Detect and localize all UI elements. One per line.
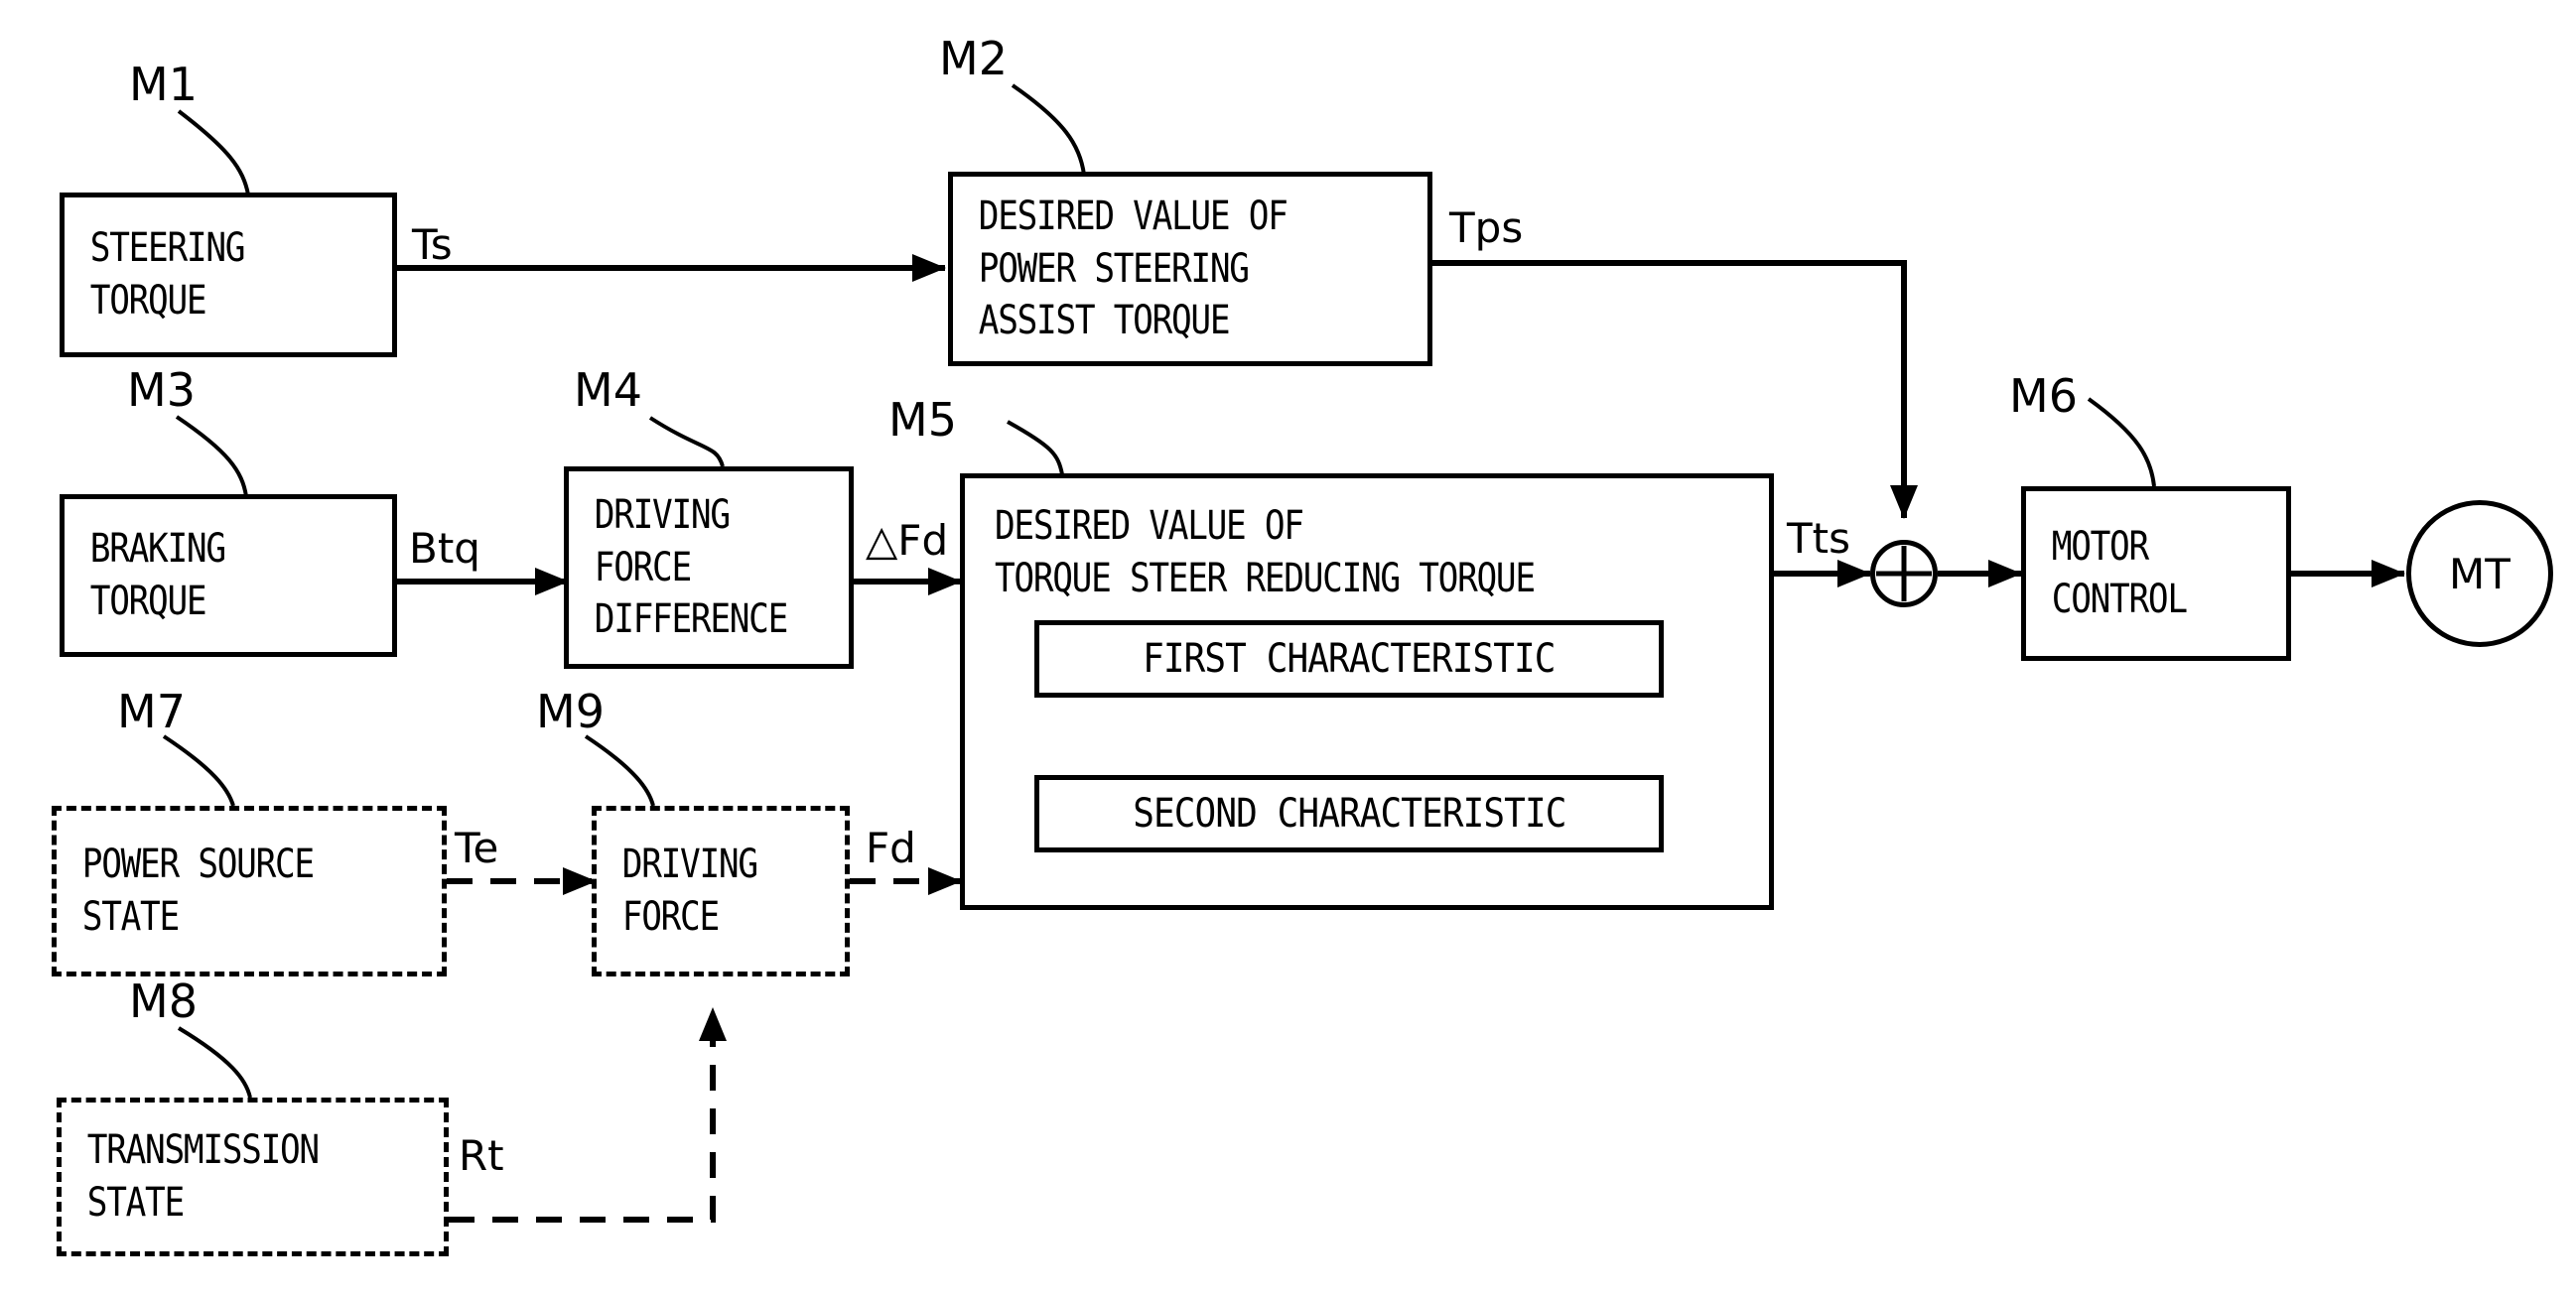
plus-icon	[1876, 546, 1932, 601]
block-m2-line-1: POWER STEERING	[978, 245, 1250, 292]
leader-m9	[584, 734, 655, 807]
block-m2-line-2: ASSIST TORQUE	[978, 298, 1231, 344]
signal-label-te: Te	[455, 824, 499, 872]
leader-m3	[175, 415, 248, 497]
block-m9-line-1: FORCE	[621, 894, 720, 940]
block-m5-line-0: DESIRED VALUE OF	[995, 503, 1304, 549]
ref-label-m4: M4	[574, 363, 642, 417]
block-m7-line-0: POWER SOURCE	[81, 842, 315, 888]
block-m5-first-characteristic: FIRST CHARACTERISTIC	[1034, 620, 1664, 698]
leader-m5	[1007, 420, 1064, 475]
ref-label-m3: M3	[127, 363, 196, 417]
signal-label-rt: Rt	[459, 1131, 504, 1180]
block-m4-line-2: DIFFERENCE	[594, 596, 789, 643]
block-m3-line-0: BRAKING	[89, 526, 226, 573]
signal-label-ts: Ts	[412, 220, 453, 269]
ref-label-m7: M7	[117, 685, 186, 738]
signal-label-tps: Tps	[1449, 203, 1524, 252]
block-m2-desired-power-steering-assist-torque: DESIRED VALUE OF POWER STEERING ASSIST T…	[948, 172, 1432, 366]
signal-label-tts: Tts	[1787, 514, 1851, 563]
first-characteristic-label: FIRST CHARACTERISTIC	[1143, 636, 1556, 682]
ref-label-m5: M5	[888, 393, 957, 447]
leader-m7	[162, 734, 235, 807]
block-m9-driving-force: DRIVING FORCE	[592, 806, 850, 976]
ref-label-m2: M2	[939, 32, 1008, 85]
block-m4-line-1: FORCE	[594, 544, 692, 590]
leader-m4	[648, 416, 725, 467]
leader-m1	[177, 109, 250, 195]
block-m7-power-source-state: POWER SOURCE STATE	[52, 806, 447, 976]
block-m9-line-0: DRIVING	[621, 842, 758, 888]
ref-label-m8: M8	[129, 974, 198, 1028]
ref-label-m9: M9	[536, 685, 605, 738]
block-m5-line-1: TORQUE STEER REDUCING TORQUE	[995, 555, 1536, 601]
leader-m6	[2087, 397, 2156, 487]
motor-mt-node: MT	[2406, 500, 2553, 647]
block-m8-line-1: STATE	[86, 1180, 185, 1226]
signal-label-delta-fd: △Fd	[866, 516, 949, 565]
second-characteristic-label: SECOND CHARACTERISTIC	[1132, 791, 1566, 837]
block-m4-line-0: DRIVING	[594, 491, 731, 538]
signal-label-btq: Btq	[409, 524, 480, 573]
block-m1-line-0: STEERING	[89, 225, 246, 272]
signal-label-fd: Fd	[866, 824, 916, 872]
block-m6-line-0: MOTOR	[2051, 524, 2149, 571]
mt-label: MT	[2449, 549, 2510, 598]
ref-label-m1: M1	[129, 58, 198, 111]
block-m4-driving-force-difference: DRIVING FORCE DIFFERENCE	[564, 466, 854, 669]
wire-rt	[449, 1007, 727, 1223]
block-m8-transmission-state: TRANSMISSION STATE	[57, 1098, 449, 1256]
block-m1-steering-torque: STEERING TORQUE	[60, 193, 397, 357]
block-m6-motor-control: MOTOR CONTROL	[2021, 486, 2291, 661]
leader-m8	[177, 1026, 252, 1099]
block-m1-line-1: TORQUE	[89, 278, 207, 324]
block-m7-line-1: STATE	[81, 894, 180, 940]
block-m5-second-characteristic: SECOND CHARACTERISTIC	[1034, 775, 1664, 852]
leader-m2	[1011, 83, 1086, 176]
block-m3-line-1: TORQUE	[89, 579, 207, 624]
block-m6-line-1: CONTROL	[2051, 577, 2188, 622]
figure-canvas: STEERING TORQUE DESIRED VALUE OF POWER S…	[0, 0, 2576, 1299]
block-m3-braking-torque: BRAKING TORQUE	[60, 494, 397, 657]
block-m2-line-0: DESIRED VALUE OF	[978, 193, 1288, 239]
ref-label-m6: M6	[2009, 369, 2078, 423]
block-m8-line-0: TRANSMISSION	[86, 1127, 320, 1174]
summing-junction	[1870, 540, 1938, 607]
